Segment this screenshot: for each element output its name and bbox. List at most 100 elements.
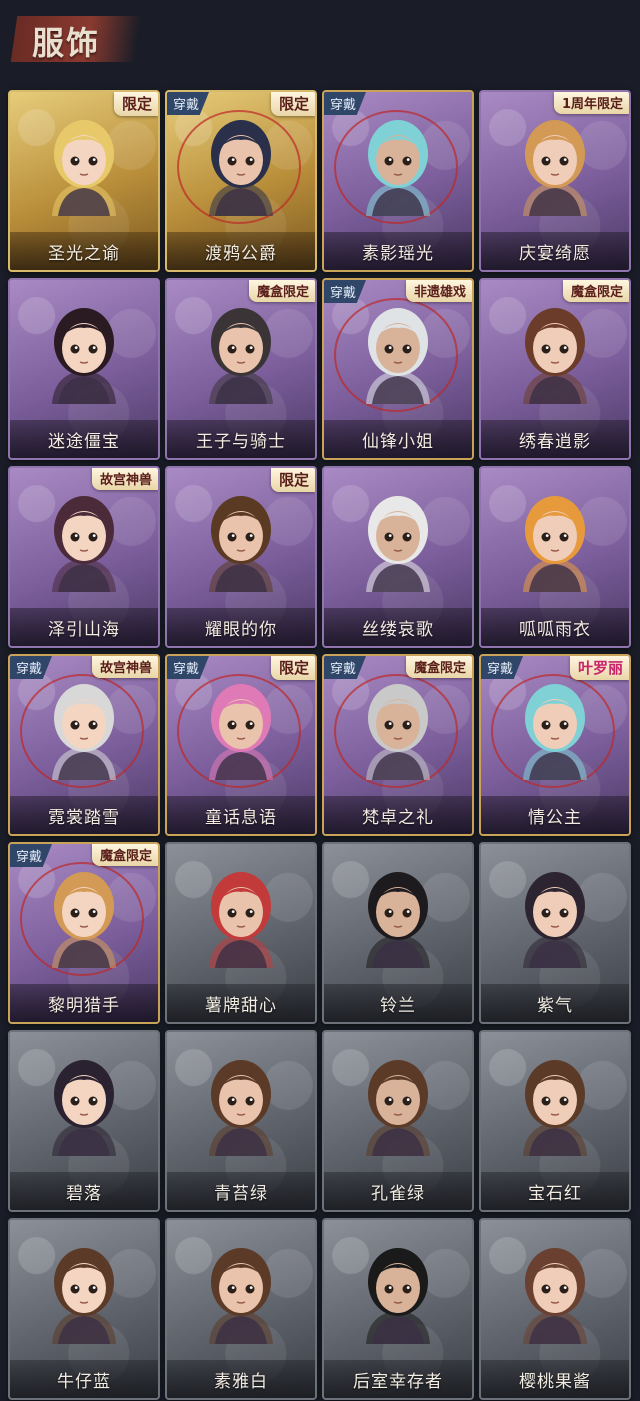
name-plate: 庆宴绮愿 — [481, 232, 629, 270]
character-portrait-icon — [366, 684, 430, 780]
costume-card[interactable]: 紫气 — [479, 842, 631, 1024]
costume-name: 孔雀绿 — [371, 1183, 425, 1204]
name-plate: 王子与骑士 — [167, 420, 315, 458]
character-portrait-icon — [209, 120, 273, 216]
costume-name: 樱桃果酱 — [519, 1371, 591, 1392]
name-plate: 黎明猎手 — [10, 984, 158, 1022]
costume-name: 碧落 — [66, 1183, 102, 1204]
character-portrait-icon — [523, 120, 587, 216]
costume-card[interactable]: 穿戴 非遗雄戏 仙锋小姐 — [322, 278, 474, 460]
costume-card[interactable]: 穿戴 限定 渡鸦公爵 — [165, 90, 317, 272]
name-plate: 霓裳踏雪 — [10, 796, 158, 834]
costume-card[interactable]: 穿戴 限定 童话息语 — [165, 654, 317, 836]
character-portrait-icon — [52, 496, 116, 592]
costume-card[interactable]: 牛仔蓝 — [8, 1218, 160, 1400]
character-portrait-icon — [366, 120, 430, 216]
costume-card[interactable]: 铃兰 — [322, 842, 474, 1024]
name-plate: 迷途僵宝 — [10, 420, 158, 458]
costume-card[interactable]: 穿戴 魔盒限定 黎明猎手 — [8, 842, 160, 1024]
character-portrait-icon — [523, 496, 587, 592]
costume-card[interactable]: 丝缕哀歌 — [322, 466, 474, 648]
character-portrait-icon — [523, 308, 587, 404]
costume-name: 黎明猎手 — [48, 995, 120, 1016]
costume-name: 情公主 — [528, 807, 582, 828]
character-portrait-icon — [366, 1248, 430, 1344]
character-portrait-icon — [52, 684, 116, 780]
character-portrait-icon — [209, 1248, 273, 1344]
costume-name: 青苔绿 — [214, 1183, 268, 1204]
costume-card[interactable]: 魔盒限定 绣春逍影 — [479, 278, 631, 460]
name-plate: 青苔绿 — [167, 1172, 315, 1210]
costume-card[interactable]: 魔盒限定 王子与骑士 — [165, 278, 317, 460]
name-plate: 梵卓之礼 — [324, 796, 472, 834]
name-plate: 丝缕哀歌 — [324, 608, 472, 646]
name-plate: 泽引山海 — [10, 608, 158, 646]
costume-name: 紫气 — [537, 995, 573, 1016]
costume-name: 童话息语 — [205, 807, 277, 828]
name-plate: 渡鸦公爵 — [167, 232, 315, 270]
costume-tag-badge: 限定 — [270, 468, 315, 492]
name-plate: 孔雀绿 — [324, 1172, 472, 1210]
name-plate: 情公主 — [481, 796, 629, 834]
name-plate: 樱桃果酱 — [481, 1360, 629, 1398]
costume-name: 梵卓之礼 — [362, 807, 434, 828]
character-portrait-icon — [523, 1248, 587, 1344]
costume-card[interactable]: 故宫神兽泽引山海 — [8, 466, 160, 648]
costume-card[interactable]: 穿戴 故宫神兽 霓裳踏雪 — [8, 654, 160, 836]
costume-tag-badge: 故宫神兽 — [91, 656, 158, 678]
costume-tag-badge: 限定 — [270, 92, 315, 116]
costume-card[interactable]: 穿戴 叶罗丽 情公主 — [479, 654, 631, 836]
costume-card[interactable]: 素雅白 — [165, 1218, 317, 1400]
costume-name: 渡鸦公爵 — [205, 243, 277, 264]
costume-card[interactable]: 穿戴 素影瑶光 — [322, 90, 474, 272]
character-portrait-icon — [52, 872, 116, 968]
character-portrait-icon — [366, 308, 430, 404]
costume-card[interactable]: 孔雀绿 — [322, 1030, 474, 1212]
costume-name: 丝缕哀歌 — [362, 619, 434, 640]
character-portrait-icon — [366, 1060, 430, 1156]
costume-card[interactable]: 1周年限定庆宴绮愿 — [479, 90, 631, 272]
costume-card[interactable]: 迷途僵宝 — [8, 278, 160, 460]
costume-card[interactable]: 碧落 — [8, 1030, 160, 1212]
name-plate: 呱呱雨衣 — [481, 608, 629, 646]
costume-name: 耀眼的你 — [205, 619, 277, 640]
name-plate: 圣光之谕 — [10, 232, 158, 270]
costume-name: 霓裳踏雪 — [48, 807, 120, 828]
costume-name: 迷途僵宝 — [48, 431, 120, 452]
costume-tag-badge: 叶罗丽 — [569, 656, 629, 680]
costume-card[interactable]: 呱呱雨衣 — [479, 466, 631, 648]
name-plate: 薯牌甜心 — [167, 984, 315, 1022]
name-plate: 紫气 — [481, 984, 629, 1022]
name-plate: 宝石红 — [481, 1172, 629, 1210]
name-plate: 耀眼的你 — [167, 608, 315, 646]
costume-tag-badge: 魔盒限定 — [91, 844, 158, 866]
name-plate: 后室幸存者 — [324, 1360, 472, 1398]
costume-card[interactable]: 限定耀眼的你 — [165, 466, 317, 648]
costume-card[interactable]: 后室幸存者 — [322, 1218, 474, 1400]
costume-card[interactable]: 薯牌甜心 — [165, 842, 317, 1024]
costume-card[interactable]: 樱桃果酱 — [479, 1218, 631, 1400]
character-portrait-icon — [52, 1060, 116, 1156]
character-portrait-icon — [52, 120, 116, 216]
costume-name: 仙锋小姐 — [362, 431, 434, 452]
character-portrait-icon — [366, 872, 430, 968]
costume-tag-badge: 故宫神兽 — [91, 468, 158, 490]
costume-card[interactable]: 穿戴 魔盒限定 梵卓之礼 — [322, 654, 474, 836]
costume-card[interactable]: 青苔绿 — [165, 1030, 317, 1212]
name-plate: 素雅白 — [167, 1360, 315, 1398]
name-plate: 铃兰 — [324, 984, 472, 1022]
costume-name: 庆宴绮愿 — [519, 243, 591, 264]
name-plate: 仙锋小姐 — [324, 420, 472, 458]
costume-tag-badge: 限定 — [113, 92, 158, 116]
costume-card[interactable]: 限定圣光之谕 — [8, 90, 160, 272]
costume-name: 呱呱雨衣 — [519, 619, 591, 640]
costume-name: 绣春逍影 — [519, 431, 591, 452]
character-portrait-icon — [523, 872, 587, 968]
costume-name: 薯牌甜心 — [205, 995, 277, 1016]
character-portrait-icon — [523, 684, 587, 780]
costume-card[interactable]: 宝石红 — [479, 1030, 631, 1212]
costume-name: 牛仔蓝 — [57, 1371, 111, 1392]
costume-tag-badge: 1周年限定 — [553, 92, 629, 114]
costume-name: 泽引山海 — [48, 619, 120, 640]
costume-tag-badge: 魔盒限定 — [405, 656, 472, 678]
